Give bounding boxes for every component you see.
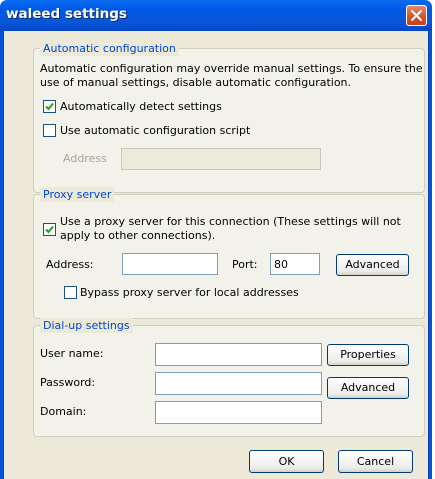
group-legend: Proxy server: [40, 187, 115, 202]
domain-input[interactable]: [156, 402, 321, 423]
script-address-field[interactable]: [121, 148, 321, 170]
dialup-settings-group: Dial-up settings User name: Properties P…: [33, 318, 425, 437]
password-label: Password:: [40, 376, 96, 389]
script-address-input[interactable]: [122, 149, 320, 169]
script-address-label: Address: [63, 152, 107, 165]
password-field[interactable]: [155, 372, 322, 395]
auto-detect-checkbox[interactable]: [43, 100, 56, 113]
dialog-window: waleed settings Automatic configuration …: [0, 0, 432, 479]
close-icon: [411, 10, 422, 21]
bypass-local-checkbox[interactable]: [64, 286, 77, 299]
automatic-configuration-group: Automatic configuration Automatic config…: [33, 41, 425, 193]
proxy-advanced-button[interactable]: Advanced: [336, 254, 409, 276]
proxy-address-label: Address:: [46, 258, 94, 271]
domain-label: Domain:: [40, 405, 87, 418]
use-proxy-label-line-1[interactable]: Use a proxy server for this connection (…: [60, 215, 401, 229]
proxy-port-input[interactable]: [271, 254, 319, 274]
proxy-server-group: Proxy server Use a proxy server for this…: [33, 187, 425, 319]
username-field[interactable]: [155, 343, 322, 366]
close-button[interactable]: [406, 5, 427, 26]
window-title: waleed settings: [6, 6, 127, 22]
window-border-right: [429, 31, 432, 479]
auto-detect-label[interactable]: Automatically detect settings: [60, 100, 222, 114]
proxy-address-input[interactable]: [123, 254, 217, 274]
auto-config-description-line-2: use of manual settings, disable automati…: [40, 76, 352, 89]
checkmark-icon: [45, 225, 54, 234]
domain-field[interactable]: [155, 401, 322, 424]
ok-button[interactable]: OK: [249, 450, 324, 473]
use-script-checkbox[interactable]: [43, 124, 56, 137]
use-proxy-checkbox[interactable]: [43, 223, 56, 236]
cancel-button[interactable]: Cancel: [338, 450, 413, 473]
username-input[interactable]: [156, 344, 321, 365]
dialup-properties-button[interactable]: Properties: [327, 344, 409, 366]
proxy-address-field[interactable]: [122, 253, 218, 275]
auto-config-description-line-1: Automatic configuration may override man…: [40, 62, 423, 75]
title-bar[interactable]: waleed settings: [0, 0, 432, 31]
dialup-advanced-button[interactable]: Advanced: [327, 377, 409, 399]
bypass-local-label[interactable]: Bypass proxy server for local addresses: [80, 286, 299, 300]
proxy-port-field[interactable]: [270, 253, 320, 275]
proxy-port-label: Port:: [232, 258, 258, 271]
checkmark-icon: [45, 102, 54, 111]
dialog-body: Automatic configuration Automatic config…: [3, 31, 429, 479]
password-input[interactable]: [156, 373, 321, 394]
use-script-label[interactable]: Use automatic configuration script: [60, 124, 250, 138]
group-legend: Dial-up settings: [40, 318, 133, 333]
username-label: User name:: [40, 347, 104, 360]
use-proxy-label-line-2[interactable]: apply to other connections).: [60, 229, 215, 243]
group-legend: Automatic configuration: [40, 41, 179, 56]
